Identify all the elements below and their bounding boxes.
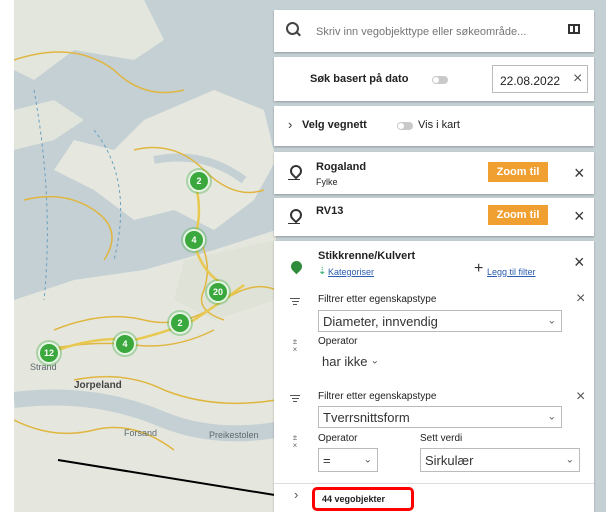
location-pin-icon [287, 162, 305, 180]
categorize-link[interactable]: Kategoriser [328, 267, 374, 277]
filter-icon [290, 298, 300, 305]
road-network-card: › Velg vegnett Vis i kart [274, 106, 594, 146]
filter-icon [290, 395, 300, 402]
location-type: Fylke [316, 177, 338, 187]
property-select[interactable]: Diameter, innvendig ⌄ [318, 310, 562, 332]
value-select-value: Sirkulær [425, 452, 474, 468]
location-card: RV13 Zoom til × [274, 198, 594, 236]
operator-label: Operator [318, 433, 358, 444]
location-pin-icon [287, 206, 305, 224]
location-name: RV13 [316, 205, 344, 217]
property-select-value: Tverrsnittsform [323, 409, 410, 425]
remove-location-icon[interactable]: × [574, 164, 585, 182]
date-search-card: Søk basert på dato 22.08.2022 × [274, 57, 594, 101]
chevron-right-icon[interactable]: › [288, 117, 292, 132]
plus-icon[interactable]: + [474, 260, 483, 278]
zoom-to-button[interactable]: Zoom til [488, 162, 548, 182]
side-panel: Søk basert på dato 22.08.2022 × › Velg v… [274, 0, 606, 512]
location-card: Rogaland Fylke Zoom til × [274, 152, 594, 194]
operator-icon: ± × [292, 433, 298, 450]
date-field[interactable]: 22.08.2022 × [492, 65, 588, 93]
search-icon-handle [296, 31, 301, 37]
date-toggle[interactable] [432, 76, 448, 84]
property-select[interactable]: Tverrsnittsform ⌄ [318, 406, 562, 428]
chevron-down-icon: ⌄ [363, 454, 372, 466]
operator-select[interactable]: har ikke ⌄ [318, 350, 384, 372]
add-filter-link[interactable]: Legg til filter [487, 267, 536, 277]
filter-title: Filtrer etter egenskapstype [318, 391, 437, 402]
road-network-toggle[interactable] [397, 122, 413, 130]
object-type-name: Stikkrenne/Kulvert [318, 250, 416, 262]
operator-label: Operator [318, 336, 358, 347]
screenshot-frame: Jorpeland Strand Forsand Preikestolen 2 … [0, 0, 606, 512]
chevron-down-icon: ⌄ [565, 454, 574, 466]
location-pin-icon [288, 258, 305, 275]
chevron-right-icon[interactable]: › [294, 487, 298, 502]
chevron-down-icon: ⌄ [547, 411, 556, 423]
operator-select-value: = [323, 452, 331, 468]
chevron-down-icon: ⌄ [547, 315, 556, 327]
remove-object-type-icon[interactable]: × [574, 253, 585, 271]
remove-filter-icon[interactable]: × [576, 290, 585, 308]
location-name: Rogaland [316, 161, 367, 173]
show-in-map-label: Vis i kart [418, 119, 460, 131]
date-value: 22.08.2022 [500, 74, 561, 88]
result-count[interactable]: 44 vegobjekter [322, 494, 385, 504]
book-icon-spine [573, 24, 575, 34]
value-label: Sett verdi [420, 433, 463, 444]
remove-location-icon[interactable]: × [574, 207, 585, 225]
property-select-value: Diameter, innvendig [323, 313, 438, 329]
date-search-label: Søk basert på dato [310, 73, 409, 85]
zoom-to-button[interactable]: Zoom til [488, 205, 548, 225]
value-select[interactable]: Sirkulær ⌄ [420, 448, 580, 472]
remove-filter-icon[interactable]: × [576, 388, 585, 406]
categorize-icon: ⇣ [318, 266, 327, 277]
road-network-label[interactable]: Velg vegnett [302, 119, 367, 131]
search-input[interactable] [314, 22, 550, 42]
search-bar [274, 10, 594, 52]
clear-date-icon[interactable]: × [573, 70, 582, 88]
filter-title: Filtrer etter egenskapstype [318, 294, 437, 305]
operator-select[interactable]: = ⌄ [318, 448, 378, 472]
chevron-down-icon: ⌄ [370, 355, 379, 367]
operator-select-value: har ikke [322, 353, 368, 369]
object-type-card: Stikkrenne/Kulvert ⇣ Kategoriser + Legg … [274, 241, 594, 512]
operator-icon: ± × [292, 337, 298, 354]
